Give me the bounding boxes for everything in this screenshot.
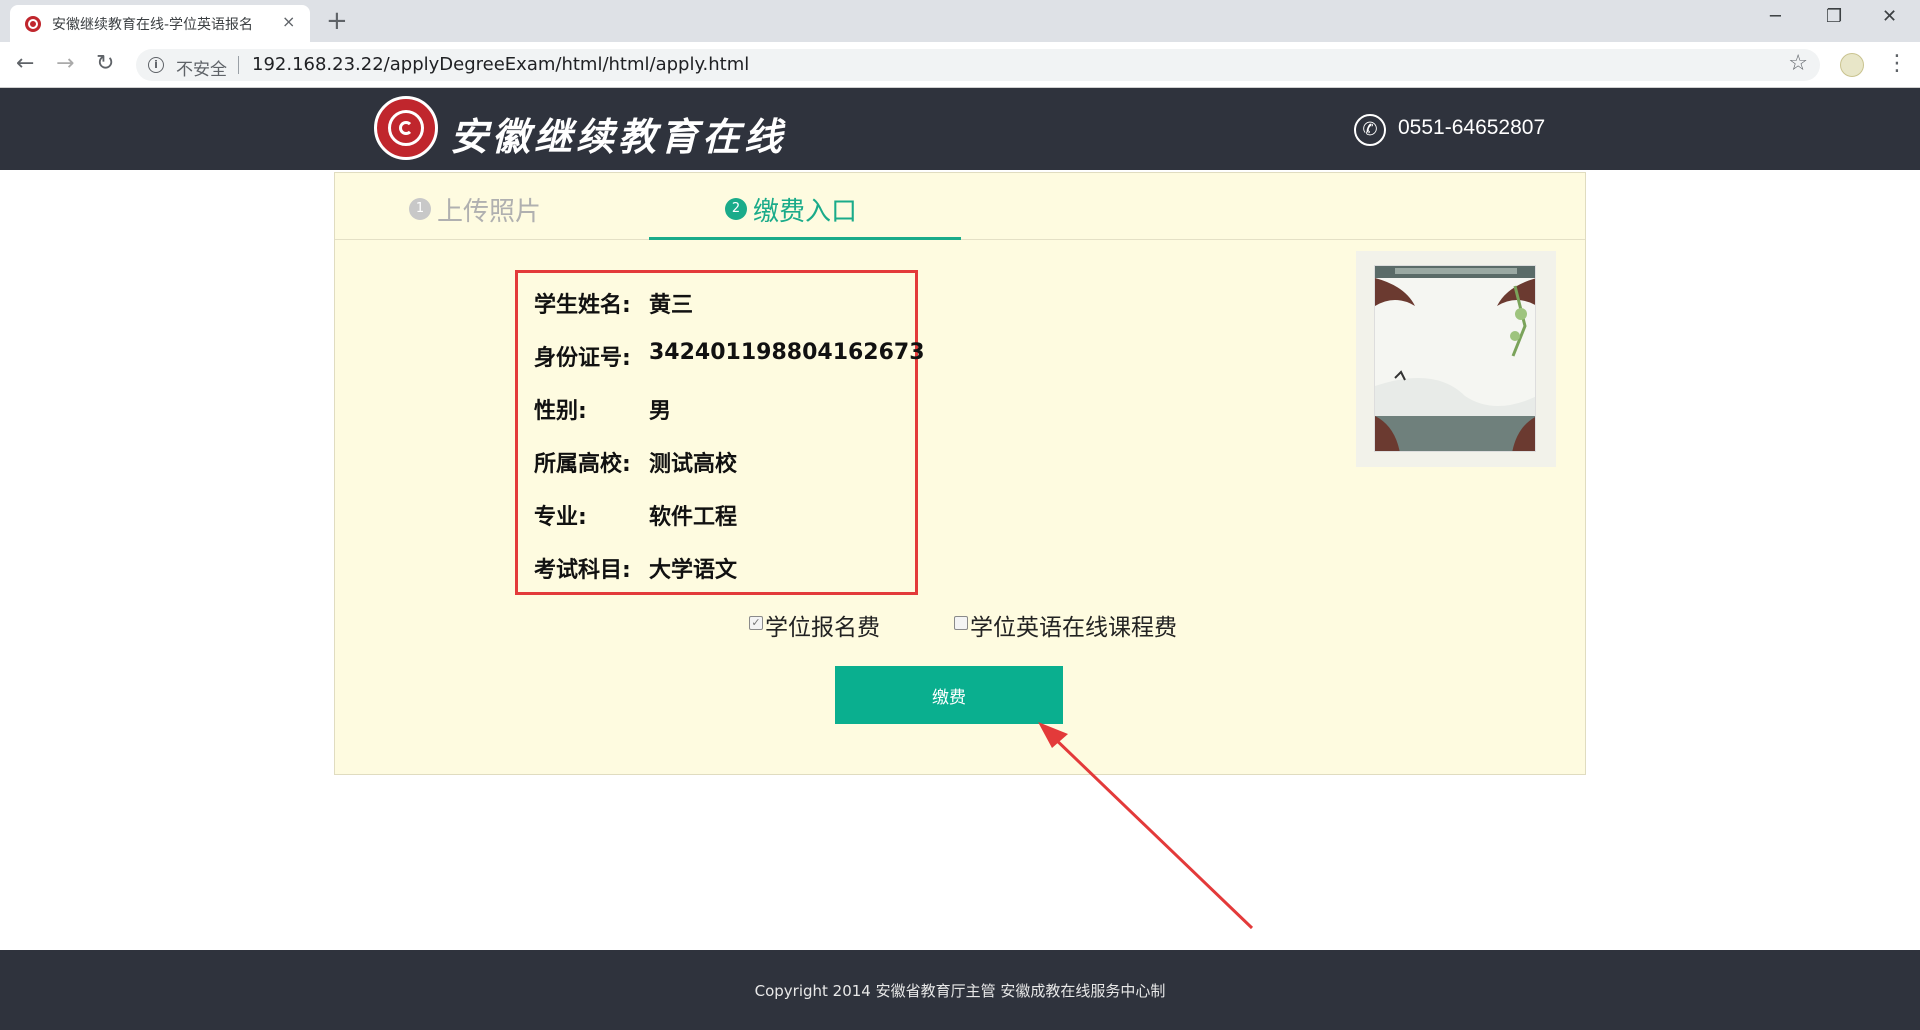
browser-tab[interactable]: 安徽继续教育在线-学位英语报名 × — [10, 5, 310, 42]
info-value: 大学语文 — [649, 558, 738, 583]
step-upload-photo[interactable]: 1 上传照片 — [409, 173, 649, 240]
info-label: 身份证号: — [534, 346, 631, 371]
site-favicon-icon — [25, 16, 41, 32]
step-number: 2 — [725, 198, 747, 220]
info-label: 所属高校: — [534, 452, 631, 477]
security-label[interactable]: 不安全 — [176, 55, 227, 80]
url-text[interactable]: 192.168.23.22/applyDegreeExam/html/html/… — [252, 54, 749, 75]
bookmark-star-icon[interactable]: ☆ — [1788, 51, 1808, 76]
forward-button[interactable]: → — [56, 51, 74, 77]
info-icon[interactable]: i — [148, 57, 164, 73]
browser-toolbar: ← → ↻ i 不安全 192.168.23.22/applyDegreeExa… — [0, 42, 1920, 88]
window-restore-button[interactable]: ❐ — [1826, 6, 1842, 27]
info-label: 性别: — [534, 399, 587, 424]
student-info-box: 学生姓名: 黄三 身份证号: 342401198804162673 性别: 男 … — [515, 270, 925, 595]
browser-menu-icon[interactable]: ⋮ — [1886, 50, 1908, 78]
option-label[interactable]: 学位报名费 — [765, 608, 880, 642]
new-tab-button[interactable]: + — [326, 6, 348, 36]
reload-button[interactable]: ↻ — [96, 51, 114, 77]
site-footer: Copyright 2014 安徽省教育厅主管 安徽成教在线服务中心制 — [0, 950, 1920, 1030]
back-button[interactable]: ← — [16, 51, 34, 77]
photo-landscape-image — [1375, 266, 1535, 451]
address-bar[interactable]: i 不安全 192.168.23.22/applyDegreeExam/html… — [136, 49, 1820, 81]
logo-text[interactable]: 安徽继续教育在线 — [450, 106, 786, 161]
tab-title: 安徽继续教育在线-学位英语报名 — [52, 17, 254, 33]
step-label: 上传照片 — [437, 197, 542, 227]
step-tabs: 1 上传照片 2 缴费入口 — [335, 173, 1585, 240]
info-label: 学生姓名: — [534, 293, 631, 318]
info-value: 342401198804162673 — [649, 340, 925, 365]
address-separator — [238, 56, 239, 74]
info-label: 专业: — [534, 505, 587, 530]
step-number: 1 — [409, 198, 431, 220]
online-course-fee-checkbox[interactable] — [954, 616, 968, 630]
info-value: 男 — [649, 399, 672, 424]
annotation-arrow — [1038, 722, 1254, 930]
info-label: 考试科目: — [534, 558, 631, 583]
step-payment[interactable]: 2 缴费入口 — [649, 173, 961, 240]
copyright-text: Copyright 2014 安徽省教育厅主管 安徽成教在线服务中心制 — [754, 982, 1166, 1000]
window-minimize-button[interactable]: ─ — [1770, 6, 1781, 27]
registration-fee-checkbox[interactable]: ✓ — [749, 616, 763, 630]
payment-panel: 1 上传照片 2 缴费入口 学生姓名: 黄三 身份证号: 34240119880… — [334, 172, 1586, 775]
site-header: 安徽继续教育在线 ✆ 0551-64652807 — [0, 88, 1920, 170]
student-photo-frame — [1356, 251, 1556, 467]
pay-button[interactable]: 缴费 — [835, 666, 1063, 724]
info-value: 软件工程 — [649, 505, 738, 530]
tab-close-icon[interactable]: × — [282, 12, 295, 31]
phone-number: 0551-64652807 — [1398, 116, 1546, 139]
logo-emblem-icon[interactable] — [374, 96, 438, 160]
student-photo — [1374, 265, 1536, 452]
extension-icon[interactable] — [1840, 53, 1864, 77]
info-value: 黄三 — [649, 293, 694, 318]
phone-icon: ✆ — [1354, 114, 1386, 146]
browser-tab-bar: 安徽继续教育在线-学位英语报名 × + ─ ❐ ✕ — [0, 0, 1920, 42]
option-label[interactable]: 学位英语在线课程费 — [970, 608, 1177, 642]
info-value: 测试高校 — [649, 452, 738, 477]
window-close-button[interactable]: ✕ — [1882, 6, 1897, 27]
step-label: 缴费入口 — [753, 197, 858, 227]
